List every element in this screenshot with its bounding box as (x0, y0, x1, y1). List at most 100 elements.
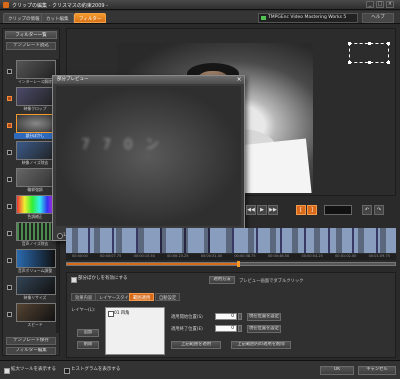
layers-label: レイヤー(L): (71, 308, 96, 313)
remove-range-button[interactable]: 上記範囲内の適用を削除 (231, 341, 291, 349)
time-tick: 00:00:00 (72, 254, 88, 258)
filter-checkbox[interactable] (7, 285, 12, 290)
seek-handle[interactable] (236, 261, 240, 267)
subtab-effect[interactable]: 効果内容 (71, 293, 97, 301)
filter-item-crop[interactable]: 映像クロップ (6, 86, 56, 113)
filter-thumbnail (16, 195, 56, 214)
filter-item-color[interactable]: 色調補正 (6, 194, 56, 221)
region-handle[interactable] (348, 61, 351, 64)
filter-item-sharpen[interactable]: 輪郭強調 (6, 167, 56, 194)
seek-bar[interactable] (66, 261, 396, 267)
region-handle[interactable] (387, 61, 390, 64)
ok-button[interactable]: OK (320, 366, 354, 375)
partial-preview-title[interactable]: 部分プレビュー (53, 76, 244, 84)
filter-settings: 部分ぼかしを有効にする 適用方法 プレビュー画面でダブルクリック 効果内容 レイ… (66, 272, 396, 358)
filter-thumbnail (16, 141, 56, 160)
redo-icon[interactable]: ↷ (374, 205, 384, 215)
filter-edit-button[interactable]: フィルター編集 (6, 347, 56, 355)
subtab-range[interactable]: 範囲適用 (129, 293, 155, 301)
region-handle[interactable] (368, 42, 371, 45)
show-histogram-checkbox[interactable]: ヒストグラムを表示する (64, 367, 120, 374)
window-title: クリップの編集 - クリスマスの約束2009 - (12, 3, 108, 9)
filter-checkbox[interactable] (7, 258, 12, 263)
start-spinner[interactable] (238, 313, 242, 320)
filter-checkbox[interactable] (7, 231, 12, 236)
filter-item-audio-volume[interactable]: 音声ボリューム調整 (6, 248, 56, 275)
maximize-button[interactable]: □ (376, 1, 384, 8)
filter-checkbox[interactable] (7, 177, 12, 182)
partial-preview-view: 7 7 0 ン (56, 86, 241, 226)
mark-in-button[interactable]: [ (296, 205, 306, 215)
time-tick: 00:00:07.75 (100, 254, 122, 258)
close-icon[interactable]: × (236, 77, 242, 83)
preview-hint-label: プレビュー画面でダブルクリック (239, 279, 304, 284)
filter-item-video-noise[interactable]: 映像ノイズ除去 (6, 140, 56, 167)
filter-thumbnail (16, 60, 56, 79)
set-start-current-button[interactable]: 現在位置を設定 (247, 313, 281, 321)
blur-region-box[interactable] (348, 42, 390, 64)
filter-checkbox[interactable] (7, 312, 12, 317)
filter-item-resize[interactable]: 映像リサイズ (6, 275, 56, 302)
start-position-input[interactable]: 0 (215, 313, 237, 320)
tab-cut-edit[interactable]: カット編集 (41, 13, 74, 23)
region-handle[interactable] (387, 42, 390, 45)
title-bar: クリップの編集 - クリスマスの約束2009 - _ □ × (0, 0, 400, 10)
tab-clip-info[interactable]: クリップの情報 (3, 13, 45, 23)
filter-thumbnail (16, 87, 56, 106)
template-read-button[interactable]: テンプレート読込 (6, 42, 56, 50)
show-zoom-tool-checkbox[interactable]: 拡大ツールを表示する (4, 367, 56, 374)
thumbnail-strip[interactable] (66, 228, 396, 253)
enable-partial-checkbox[interactable]: 部分ぼかしを有効にする (71, 276, 128, 283)
filter-item-speed[interactable]: スピード (6, 302, 56, 329)
filter-label: 部分ぼかし (14, 133, 56, 139)
minimize-button[interactable]: _ (366, 1, 374, 8)
filter-thumbnail (16, 114, 56, 133)
filter-checkbox[interactable] (7, 204, 12, 209)
filter-list-header: フィルター一覧 (5, 31, 57, 39)
mark-out-button[interactable]: ] (307, 205, 317, 215)
blurred-overlay-text: 7 7 0 ン (81, 137, 164, 153)
subtab-auto[interactable]: 自動設定 (155, 293, 181, 301)
filter-label: 映像ノイズ除去 (21, 160, 49, 165)
main-tab-bar: クリップの情報 カット編集 フィルター TMPGEnc Video Master… (0, 11, 400, 24)
apply-method-button[interactable]: 適用方法 (209, 276, 235, 284)
region-handle[interactable] (368, 61, 371, 64)
filter-item-partial-blur[interactable]: 部分ぼかし (6, 113, 56, 140)
filter-thumbnail (16, 276, 56, 295)
layer-list[interactable]: 01 四角 (105, 307, 165, 355)
set-end-current-button[interactable]: 現在位置を設定 (247, 325, 281, 333)
filter-checkbox[interactable] (7, 123, 12, 128)
brand-badge: TMPGEnc Video Mastering Works 5 (258, 13, 358, 23)
filter-checkbox[interactable] (7, 69, 12, 74)
close-button[interactable]: × (386, 1, 394, 8)
filter-checkbox[interactable] (7, 150, 12, 155)
help-button[interactable]: ヘルプ (362, 13, 394, 23)
timecode-display (324, 205, 352, 215)
partial-preview-window[interactable]: 部分プレビュー × 7 7 0 ン 1/1 x2 x3 x4 (52, 75, 245, 241)
play-button[interactable]: ▶ (257, 205, 267, 215)
end-position-input[interactable]: 0 (215, 325, 237, 332)
rewind-button[interactable]: ◀◀ (246, 205, 256, 215)
apply-range-button[interactable]: 上記範囲を適用 (171, 341, 221, 349)
template-save-button[interactable]: テンプレート保存 (6, 337, 56, 345)
tab-filter[interactable]: フィルター (74, 13, 107, 23)
filter-checkbox[interactable] (7, 96, 12, 101)
delete-layer-button[interactable]: 削除 (77, 341, 99, 349)
fast-forward-button[interactable]: ▶▶ (268, 205, 278, 215)
layer-item[interactable]: 01 四角 (108, 310, 129, 317)
region-handle[interactable] (348, 42, 351, 45)
filter-item-audio-noise[interactable]: 音声ノイズ除去 (6, 221, 56, 248)
filter-item-deinterlace[interactable]: インターレース解除 (6, 59, 56, 86)
filter-thumbnail (16, 222, 56, 241)
cancel-button[interactable]: キャンセル (358, 366, 396, 375)
end-spinner[interactable] (238, 325, 242, 332)
timeline: 00:00:00 00:00:07.75 00:00:15.50 00:00:2… (66, 228, 396, 268)
filter-label: 音声ノイズ除去 (21, 241, 49, 246)
add-layer-button[interactable]: 追加 (77, 329, 99, 337)
filter-label: インターレース解除 (18, 79, 52, 84)
start-position-label: 適用開始位置(S) (171, 315, 203, 320)
status-bar: 拡大ツールを表示する ヒストグラムを表示する OK キャンセル (0, 360, 400, 379)
undo-icon[interactable]: ↶ (362, 205, 372, 215)
time-tick: 00:00:15.50 (133, 254, 155, 258)
filter-label: 輪郭強調 (27, 187, 43, 192)
